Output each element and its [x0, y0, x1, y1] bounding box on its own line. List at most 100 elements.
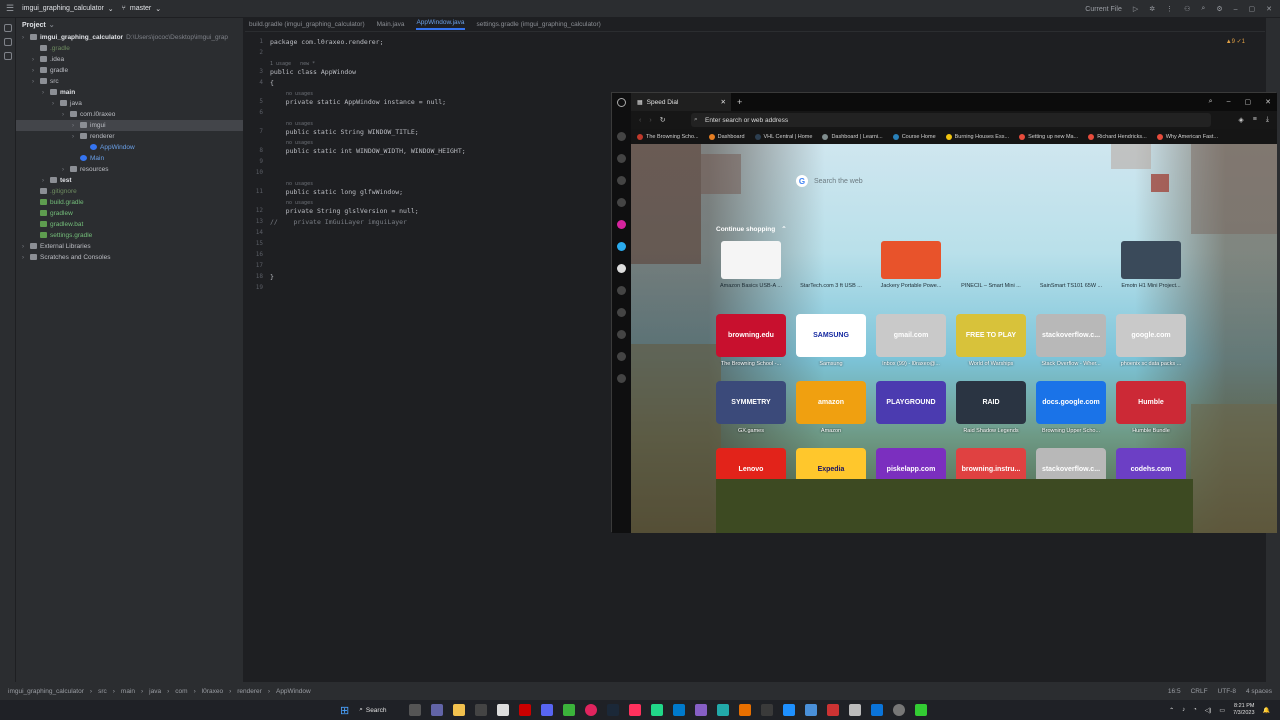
reload-icon[interactable]: ↻	[660, 116, 666, 124]
bookmark-item[interactable]: Dashboard	[708, 133, 745, 140]
speed-dial-tile[interactable]: SAMSUNG	[796, 314, 866, 357]
close-icon[interactable]: ✕	[1265, 98, 1271, 106]
vscode-icon[interactable]	[673, 704, 686, 716]
tree-item[interactable]: Main	[16, 153, 243, 164]
tree-item[interactable]: › Scratches and Consoles	[16, 252, 243, 263]
grid-icon[interactable]	[617, 308, 626, 317]
tree-item[interactable]: › .idea	[16, 54, 243, 65]
mic-icon[interactable]: ♪	[1182, 707, 1185, 713]
usage-hint[interactable]: no usages	[286, 140, 313, 146]
speed-dial-tile[interactable]: PLAYGROUND	[876, 381, 946, 424]
tree-item[interactable]: › External Libraries	[16, 241, 243, 252]
chrome-icon[interactable]	[497, 704, 510, 716]
chevron-icon[interactable]: ›	[22, 253, 30, 264]
bookmark-item[interactable]: Dashboard | Learni...	[822, 133, 883, 140]
history-icon[interactable]	[617, 330, 626, 339]
back-icon[interactable]: ‹	[639, 117, 641, 124]
debug-icon[interactable]: ✲	[1149, 5, 1155, 13]
editor-tab[interactable]: Main.java	[377, 21, 405, 28]
bookmark-item[interactable]: The Browning Scho...	[637, 133, 699, 140]
status-widget[interactable]: 16:5	[1168, 688, 1181, 695]
controller-icon[interactable]	[617, 132, 626, 141]
easy-setup-icon[interactable]: ≡	[1253, 116, 1257, 124]
tree-item[interactable]: › imgui	[16, 120, 243, 131]
run-config-select[interactable]: Current File	[1085, 6, 1122, 13]
minimize-icon[interactable]: –	[1234, 6, 1238, 13]
opera-icon[interactable]	[617, 98, 626, 107]
tree-item[interactable]: build.gradle	[16, 197, 243, 208]
usage-hint[interactable]: no usages	[286, 91, 313, 97]
discord-icon[interactable]	[541, 704, 554, 716]
close-icon[interactable]: ✕	[1266, 5, 1272, 13]
minimize-icon[interactable]: –	[1227, 98, 1231, 106]
usage-hint[interactable]: no usages	[286, 121, 313, 127]
tree-item[interactable]: › test	[16, 175, 243, 186]
speed-dial-tile[interactable]: FREE TO PLAY	[956, 314, 1026, 357]
bookmark-item[interactable]: Burning Houses Ess...	[945, 133, 1009, 140]
editor-tab[interactable]: build.gradle (imgui_graphing_calculator)	[249, 21, 365, 28]
tree-item[interactable]: .gradle	[16, 43, 243, 54]
product-card[interactable]: StarTech.com 3 ft USB ...	[796, 241, 866, 299]
app-icon[interactable]	[805, 704, 818, 716]
address-bar[interactable]: ⌕ Enter search or web address	[691, 113, 1211, 127]
product-card[interactable]: Jackery Portable Powe...	[876, 241, 946, 299]
breadcrumb-item[interactable]: com	[175, 688, 187, 695]
usage-hint[interactable]: no usages	[286, 200, 313, 206]
code-line[interactable]: package com.l0raxeo.renderer;	[270, 38, 384, 46]
tree-item[interactable]: › imgui_graphing_calculator D:\Users\jococ…	[16, 32, 243, 43]
code-line[interactable]: {	[270, 79, 274, 87]
app-icon[interactable]	[563, 704, 576, 716]
tree-item[interactable]: › java	[16, 98, 243, 109]
bookmark-item[interactable]: VHL Central | Home	[754, 133, 812, 140]
tree-item[interactable]: › com.l0raxeo	[16, 109, 243, 120]
file-explorer-icon[interactable]	[453, 704, 466, 716]
user-icon[interactable]: ⚇	[1184, 5, 1190, 13]
product-card[interactable]: Amazon Basics USB-A ...	[716, 241, 786, 299]
product-card[interactable]: PINECIL – Smart Mini ...	[956, 241, 1026, 299]
app-icon[interactable]	[783, 704, 796, 716]
app-icon[interactable]	[871, 704, 884, 716]
code-line[interactable]: public static int WINDOW_WIDTH, WINDOW_H…	[270, 147, 466, 155]
breadcrumb-item[interactable]: renderer	[237, 688, 262, 695]
speed-dial-tile[interactable]: google.com	[1116, 314, 1186, 357]
code-line[interactable]: private String glslVersion = null;	[270, 207, 419, 215]
chat-icon[interactable]	[431, 704, 444, 716]
speed-dial-tile[interactable]: SYMMETRY	[716, 381, 786, 424]
app-icon[interactable]	[849, 704, 862, 716]
opera-icon[interactable]	[519, 704, 532, 716]
new-tab-button[interactable]: +	[737, 97, 742, 107]
speed-dial-tile[interactable]: browning.edu	[716, 314, 786, 357]
code-line[interactable]: public static String WINDOW_TITLE;	[270, 128, 419, 136]
player-icon[interactable]	[617, 286, 626, 295]
tab-speed-dial[interactable]: ▦ Speed Dial ✕	[631, 93, 731, 111]
code-line[interactable]: private static AppWindow instance = null…	[270, 98, 446, 106]
product-card[interactable]: SainSmart TS101 65W ...	[1036, 241, 1106, 299]
vpn-icon[interactable]: ◈	[1238, 116, 1243, 124]
tree-item[interactable]: .gitignore	[16, 186, 243, 197]
app-icon[interactable]	[761, 704, 774, 716]
bookmark-item[interactable]: Setting up new Ma...	[1019, 133, 1078, 140]
breadcrumb-item[interactable]: AppWindow	[276, 688, 311, 695]
tree-item[interactable]: › resources	[16, 164, 243, 175]
maximize-icon[interactable]: ▢	[1249, 5, 1256, 13]
network-icon[interactable]: ◔	[1193, 707, 1197, 713]
inspection-widget[interactable]: ▲9 ✓1	[1226, 38, 1245, 45]
notification-icon[interactable]: 🔔	[1263, 707, 1270, 714]
app-icon[interactable]	[739, 704, 752, 716]
tree-item[interactable]: › gradle	[16, 65, 243, 76]
pycharm-icon[interactable]	[651, 704, 664, 716]
code-line[interactable]: public class AppWindow	[270, 68, 356, 76]
code-line[interactable]: public static long glfwWindow;	[270, 188, 403, 196]
close-tab-icon[interactable]: ✕	[721, 98, 726, 106]
discord-icon[interactable]	[617, 264, 626, 273]
product-card[interactable]: Emotn H1 Mini Project...	[1116, 241, 1186, 299]
clock[interactable]: 8:21 PM 7/3/2023	[1233, 703, 1254, 717]
speed-dial-tile[interactable]: amazon	[796, 381, 866, 424]
settings-icon[interactable]	[617, 374, 626, 383]
editor-tab[interactable]: AppWindow.java	[416, 19, 465, 30]
breadcrumb-item[interactable]: l0raxeo	[202, 688, 223, 695]
speed-dial-tile[interactable]: stackoverflow.c...	[1036, 314, 1106, 357]
intellij-icon[interactable]	[629, 704, 642, 716]
settings-icon[interactable]: ⚙	[1216, 5, 1222, 13]
status-widget[interactable]: 4 spaces	[1246, 688, 1272, 695]
